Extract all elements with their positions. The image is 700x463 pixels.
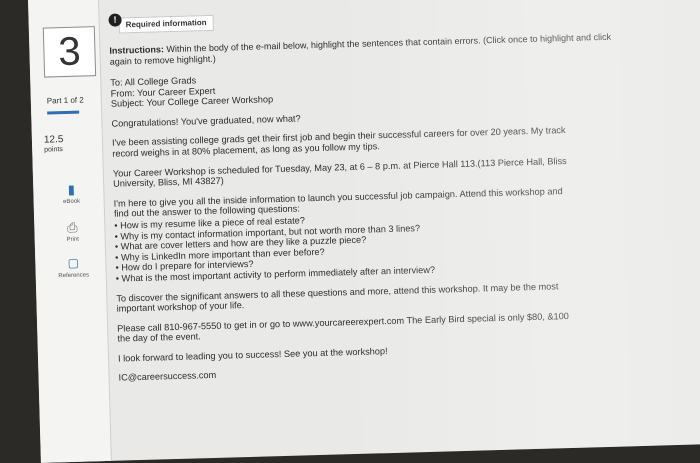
references-icon: ▢	[67, 255, 80, 270]
required-info-label: Required information	[118, 14, 214, 34]
part-progress-bar	[47, 110, 80, 115]
ebook-button[interactable]: ▮ eBook	[47, 182, 96, 205]
question-content: Required information ! Instructions: Wit…	[108, 0, 698, 393]
part-indicator[interactable]: Part 1 of 2	[47, 95, 84, 105]
ebook-label: eBook	[63, 198, 81, 206]
points-value: 12.5 points	[43, 134, 64, 156]
print-label: Print	[66, 236, 79, 244]
printer-icon: ⎙	[66, 219, 78, 235]
left-rail: 3 Part 1 of 2 12.5 points ▮ eBook ⎙ Prin…	[28, 0, 113, 463]
instructions: Instructions: Within the body of the e-m…	[109, 30, 689, 68]
instructions-prefix: Instructions:	[109, 44, 165, 56]
question-screen: 3 Part 1 of 2 12.5 points ▮ eBook ⎙ Prin…	[28, 0, 700, 463]
references-label: References	[58, 272, 90, 280]
required-info-header: Required information !	[108, 0, 688, 34]
instructions-line-1: Within the body of the e-mail below, hig…	[163, 31, 612, 55]
email-header: To: All College Grads From: Your Career …	[110, 62, 691, 110]
instructions-line-2: again to remove highlight.)	[109, 53, 216, 67]
points-number: 12.5	[43, 134, 64, 146]
ebook-icon: ▮	[67, 181, 76, 197]
email-body: To: All College Grads From: Your Career …	[110, 62, 698, 384]
email-paragraph-4: I'm here to give you all the inside info…	[114, 182, 696, 284]
question-number: 3	[42, 26, 97, 78]
print-button[interactable]: ⎙ Print	[48, 220, 97, 243]
points-unit: points	[44, 146, 63, 154]
references-button[interactable]: ▢ References	[49, 255, 98, 280]
